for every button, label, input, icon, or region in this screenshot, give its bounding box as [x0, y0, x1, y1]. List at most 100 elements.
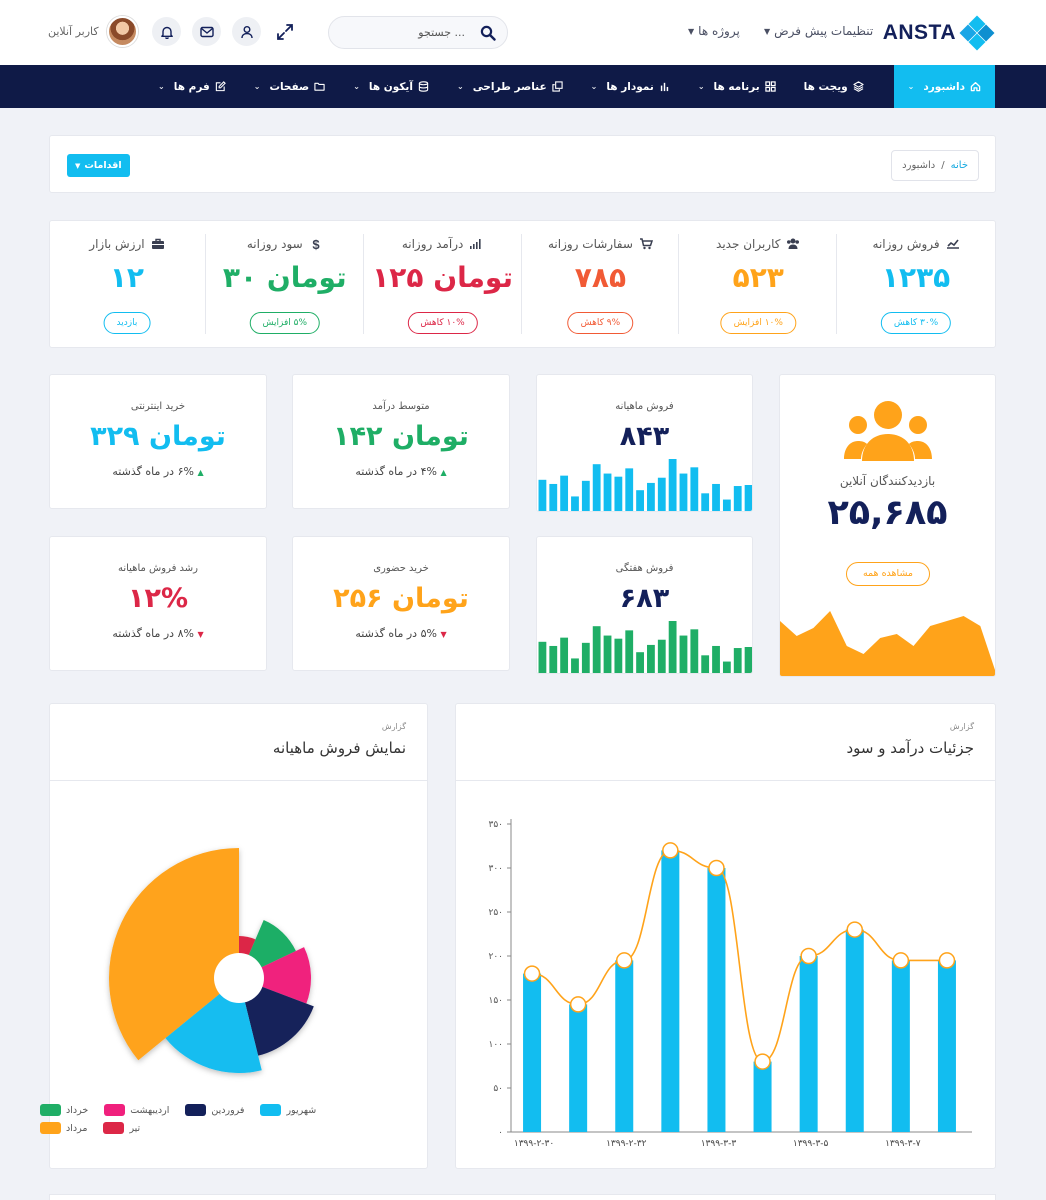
mini-bar [636, 490, 644, 511]
stat-badge[interactable]: ۵% افزایش [249, 312, 320, 334]
x-tick-label: ۱۳۹۹-۲-۳۲ [606, 1139, 646, 1149]
legend-swatch [260, 1104, 282, 1116]
mini-bar [712, 645, 720, 673]
logo[interactable]: ANSTA [883, 15, 995, 51]
legend-item[interactable]: شهریور [260, 1104, 316, 1116]
nav-widgets[interactable]: ویجت ها [790, 65, 894, 108]
y-tick-label: ۳۵۰ [488, 820, 503, 830]
profit-point [846, 921, 863, 938]
svg-text:$: $ [312, 237, 320, 251]
stat-badge[interactable]: بازدید [103, 312, 151, 334]
stat-badge[interactable]: ۹% کاهش [567, 312, 634, 334]
chevron-down-icon: ⌄ [907, 82, 915, 91]
stat-badge[interactable]: ۳۰% کاهش [880, 312, 952, 334]
profit-point [616, 952, 633, 969]
nav-design-elements[interactable]: عناصر طراحی ⌄ [443, 65, 577, 108]
nav-dashboard[interactable]: داشبورد ⌄ [893, 65, 995, 108]
chevron-down-icon: ▼ [764, 26, 771, 36]
profit-point [892, 952, 910, 969]
stat-3: درآمد روزانه ۱۲۵ تومان ۱۰% کاهش [364, 221, 522, 349]
default-settings-menu[interactable]: ▼ تنظیمات پیش فرض [764, 24, 873, 38]
kpi-sub: ▼ ۸% در ماه گذشته [50, 627, 266, 640]
nav-forms-label: فرم ها [173, 80, 210, 93]
mini-bar [636, 652, 644, 673]
avatar[interactable] [107, 16, 138, 47]
mail-icon [199, 26, 214, 37]
mini-bar [549, 483, 558, 511]
y-tick-label: ۱۰۰ [488, 1040, 503, 1050]
kpi-label: رشد فروش ماهیانه [117, 563, 199, 574]
legend-item[interactable]: تیر [103, 1122, 140, 1134]
mini-bar [614, 638, 623, 673]
profit-point [569, 996, 587, 1013]
mail-button[interactable] [192, 17, 221, 46]
search-input[interactable]: جستجو ... [418, 26, 465, 39]
legend-swatch [40, 1104, 61, 1116]
stat-label: سفارشات روزانه [522, 237, 680, 251]
projects-label: پروژه ها [698, 24, 740, 38]
trend-down-icon: ▼ [197, 630, 204, 639]
kpi-sub-text: ۴% در ماه گذشته [355, 465, 437, 478]
stat-value: ۷۸۵ [574, 261, 627, 294]
y-tick-label: ۳۰۰ [488, 864, 503, 874]
nav-forms[interactable]: فرم ها ⌄ [144, 65, 240, 108]
fullscreen-icon[interactable] [275, 22, 295, 42]
stat-value: ۳۰ تومان [222, 261, 347, 294]
income-details-panel: گزارش جزئیات درآمد و سود ۰ ۵۰ ۱۰۰ ۱۵۰ ۲۰۰ ۲۵۰… [455, 703, 996, 1169]
panel-title: نمایش فروش ماهیانه [272, 739, 406, 757]
stat-1: کاربران جدید ۵۲۳ ۱۰% افزایش [679, 221, 837, 349]
legend-item[interactable]: خرداد [40, 1104, 88, 1116]
home-icon [970, 82, 981, 92]
view-all-button[interactable]: مشاهده همه [846, 562, 930, 586]
search-box[interactable]: جستجو ... [328, 16, 508, 49]
mini-bar [701, 493, 710, 511]
stat-badge[interactable]: ۱۰% افزایش [720, 312, 796, 334]
breadcrumb-home-link[interactable]: خانه [951, 160, 968, 171]
kpi-card-in-store-purchase: خرید حضوری ۲۵۶ تومان ▼ ۵% در ماه گذشته [292, 536, 510, 671]
legend-item[interactable]: فروردین [185, 1104, 244, 1116]
stat-badge[interactable]: ۱۰% کاهش [407, 312, 478, 334]
nav-apps[interactable]: برنامه ها ⌄ [684, 65, 790, 108]
polar-center-hole [214, 953, 264, 1003]
projects-menu[interactable]: ▼ پروژه ها [688, 24, 740, 38]
kpi-label: خرید حضوری [373, 563, 429, 574]
nav-pages[interactable]: صفحات ⌄ [240, 65, 339, 108]
copy-icon [552, 81, 563, 92]
user-icon [240, 25, 253, 38]
profit-point [708, 859, 725, 877]
line-chart-icon [946, 239, 959, 249]
x-tick-label: ۱۳۹۹-۳-۳ [701, 1139, 737, 1149]
cart-icon [639, 238, 653, 250]
legend-item[interactable]: اردیبهشت [104, 1104, 169, 1116]
stat-4: $ سود روزانه ۳۰ تومان ۵% افزایش [206, 221, 364, 349]
chevron-down-icon: ⌄ [590, 82, 598, 91]
mini-bar [744, 485, 752, 511]
nav-icons[interactable]: آیکون ها ⌄ [339, 65, 443, 108]
trend-down-icon: ▼ [440, 630, 447, 639]
user-name: کاربر آنلاین [48, 25, 99, 38]
edit-icon [215, 81, 226, 92]
legend-label: اردیبهشت [130, 1104, 170, 1116]
actions-button[interactable]: ▼ اقدامات [67, 154, 130, 177]
nav-icons-label: آیکون ها [368, 80, 413, 93]
top-bar: ANSTA ▼ تنظیمات پیش فرض ▼ پروژه ها جستجو… [0, 0, 1046, 65]
online-visitors-card: بازدیدکنندگان آنلاین ۲۵,۶۸۵ مشاهده همه [779, 374, 996, 677]
chevron-down-icon: ⌄ [456, 82, 464, 91]
search-icon[interactable] [480, 25, 496, 41]
income-bar [661, 850, 680, 1132]
nav-charts[interactable]: نمودار ها ⌄ [577, 65, 684, 108]
mini-bar [722, 661, 731, 673]
kpi-sub: ▲ ۴% در ماه گذشته [293, 465, 509, 478]
legend-label: مرداد [66, 1122, 88, 1134]
stat-value: ۱۲ [109, 261, 145, 294]
mini-bar [701, 655, 710, 673]
mini-bar [712, 483, 720, 511]
income-bar [753, 1061, 772, 1132]
mini-bar [647, 482, 655, 511]
kpi-value: ۱۴۲ تومان [333, 421, 469, 452]
legend-item[interactable]: مرداد [40, 1122, 87, 1134]
notifications-button[interactable] [152, 17, 181, 46]
user-button[interactable] [232, 17, 261, 46]
weekly-sales-card: فروش هفتگی ۶۸۳ [536, 536, 753, 674]
y-tick-label: ۲۵۰ [488, 908, 503, 918]
